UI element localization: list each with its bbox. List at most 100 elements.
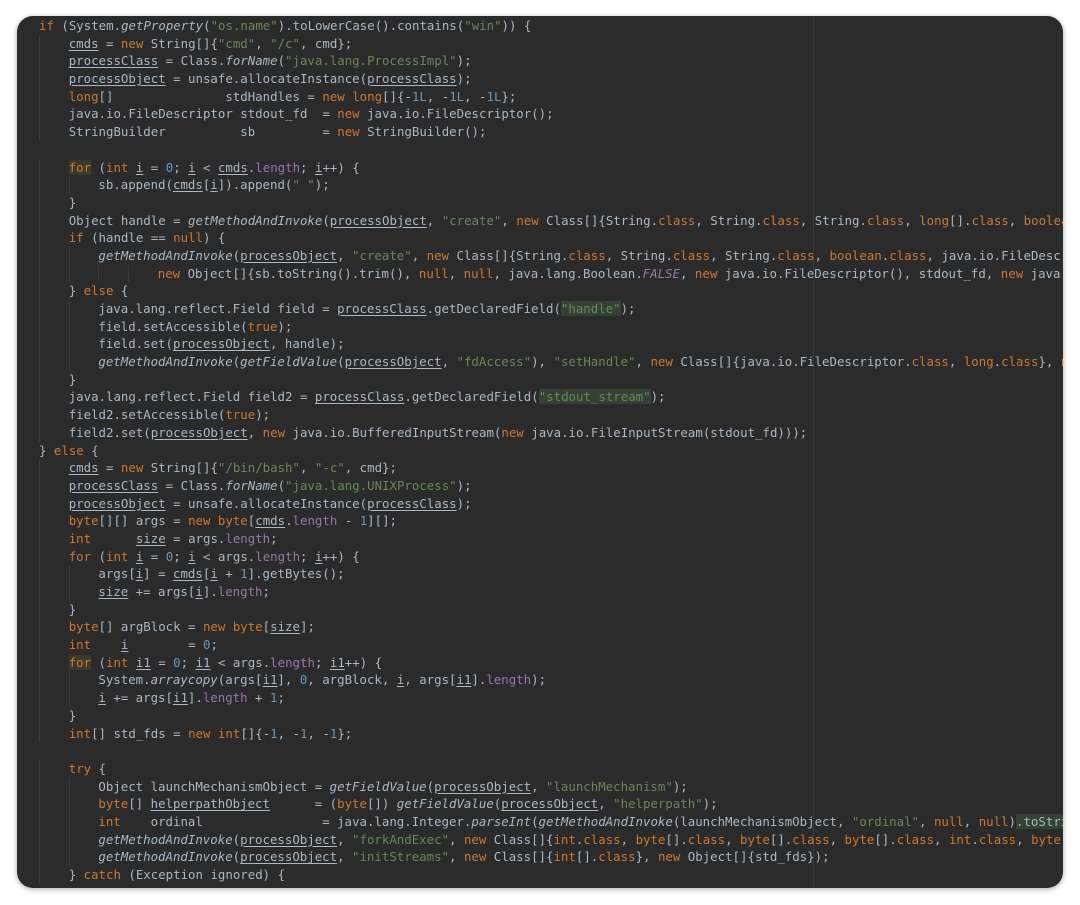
code-token: ; [173, 548, 189, 564]
code-token: i1 [195, 654, 211, 670]
code-token: long [963, 354, 994, 370]
code-token: length [292, 513, 338, 529]
indent-guide [68, 353, 99, 371]
code-token: , String. [799, 212, 867, 228]
code-token: .getDeclaredField( [404, 389, 539, 405]
code-token: ); [531, 672, 547, 688]
code-line: getMethodAndInvoke(processObject, "initS… [39, 848, 1063, 866]
code-token: , - [464, 88, 487, 104]
code-token: []. [769, 831, 793, 847]
code-token: [] stdHandles = [98, 88, 323, 104]
code-token: getMethodAndInvoke [98, 831, 233, 847]
code-token: "-c" [314, 460, 345, 476]
code-line: size += args[i].length; [39, 583, 1063, 601]
code-token: else [53, 442, 84, 458]
code-token: .toString() [1016, 813, 1063, 829]
code-token: i [195, 584, 203, 599]
code-token: new [426, 247, 450, 263]
code-token: new [463, 849, 487, 865]
code-token: , [934, 831, 949, 847]
indent-guide [39, 848, 69, 866]
indent-guide [39, 830, 69, 849]
code-token: Class[]{java.io.FileDescriptor. [672, 354, 912, 370]
code-token: true [225, 407, 256, 423]
code-token: "cmd" [217, 35, 256, 51]
code-token: + [247, 690, 270, 706]
code-line: i += args[i1].length + 1; [39, 689, 1063, 707]
code-token: , [1008, 212, 1024, 228]
code-line: } [39, 706, 1063, 725]
code-line: java.lang.reflect.Field field2 = process… [39, 388, 1063, 407]
code-token: null [933, 813, 964, 829]
code-token: cmds [173, 566, 203, 582]
code-token: processClass [68, 477, 159, 493]
code-token: java.lang.reflect.Field field2 = [68, 389, 315, 405]
code-token: new [650, 354, 673, 370]
indent-guide [39, 123, 69, 141]
code-token: "handle" [560, 301, 621, 316]
code-token: cmds [255, 513, 286, 529]
code-token: []. [665, 831, 688, 847]
code-editor[interactable]: if (System.getProperty("os.name").toLowe… [17, 16, 1063, 888]
code-token: = [128, 637, 203, 653]
code-token: byte [68, 513, 99, 529]
code-token: int [948, 831, 972, 847]
indent-guide [39, 317, 69, 336]
code-token: size [98, 584, 129, 599]
code-token: Object handle = [68, 212, 189, 228]
code-token: , [448, 265, 464, 281]
code-token: , java.lang.Boolean. [493, 265, 643, 281]
indent-guide [68, 795, 99, 813]
code-token: forName [225, 477, 278, 493]
code-line: java.io.FileDescriptor stdout_fd = new j… [39, 105, 1063, 124]
code-token: [] argBlock = [98, 619, 203, 635]
indent-guide [39, 759, 69, 778]
code-token: , [337, 831, 353, 847]
code-token: int [217, 725, 241, 741]
code-token: int [553, 831, 576, 847]
indent-guide [68, 335, 99, 354]
code-token: ( [531, 813, 539, 829]
indent-guide [39, 777, 69, 796]
code-token: ); [456, 71, 472, 87]
code-token: arraycopy [150, 672, 218, 688]
code-token: ; [173, 159, 189, 175]
code-token: += args[ [105, 690, 173, 706]
code-token: "os.name" [210, 18, 278, 33]
code-token: for [68, 654, 92, 670]
code-token: , [337, 849, 353, 865]
code-token: if [68, 230, 84, 246]
code-token: new [1000, 265, 1024, 281]
indent-guide [39, 671, 69, 690]
code-token: processObject [172, 336, 270, 352]
code-line: Object launchMechanismObject = getFieldV… [39, 777, 1063, 796]
code-token: ); [255, 407, 271, 423]
code-token: processClass [314, 389, 405, 405]
indent-guide [68, 671, 99, 690]
code-token: i1 [135, 654, 151, 670]
code-token: else [83, 283, 114, 299]
code-token: , handle); [269, 336, 345, 352]
code-token: helperpathObject [150, 796, 270, 812]
code-token: ); [456, 477, 472, 493]
code-token: , - [426, 88, 450, 104]
indent-guide [39, 229, 69, 247]
indent-guide [39, 70, 69, 88]
code-token: = [98, 460, 121, 476]
code-token: java.io.FileDescriptor()}); [1030, 265, 1063, 281]
code-token: class [971, 212, 1009, 228]
code-line: for (int i = 0; i < cmds.length; i++) { [39, 158, 1063, 177]
code-token: Class[]{String. [449, 247, 569, 263]
code-token: - [337, 513, 360, 529]
code-line: processObject = unsafe.allocateInstance(… [39, 494, 1063, 513]
code-token: "java.lang.ProcessImpl" [285, 53, 457, 69]
code-token: , argBlock, [307, 672, 397, 688]
code-line: field2.setAccessible(true); [39, 406, 1063, 424]
code-token: byte [217, 513, 248, 529]
code-token: ; [262, 584, 270, 599]
code-token: Class[]{ [486, 849, 554, 865]
code-token: ); [314, 177, 330, 193]
